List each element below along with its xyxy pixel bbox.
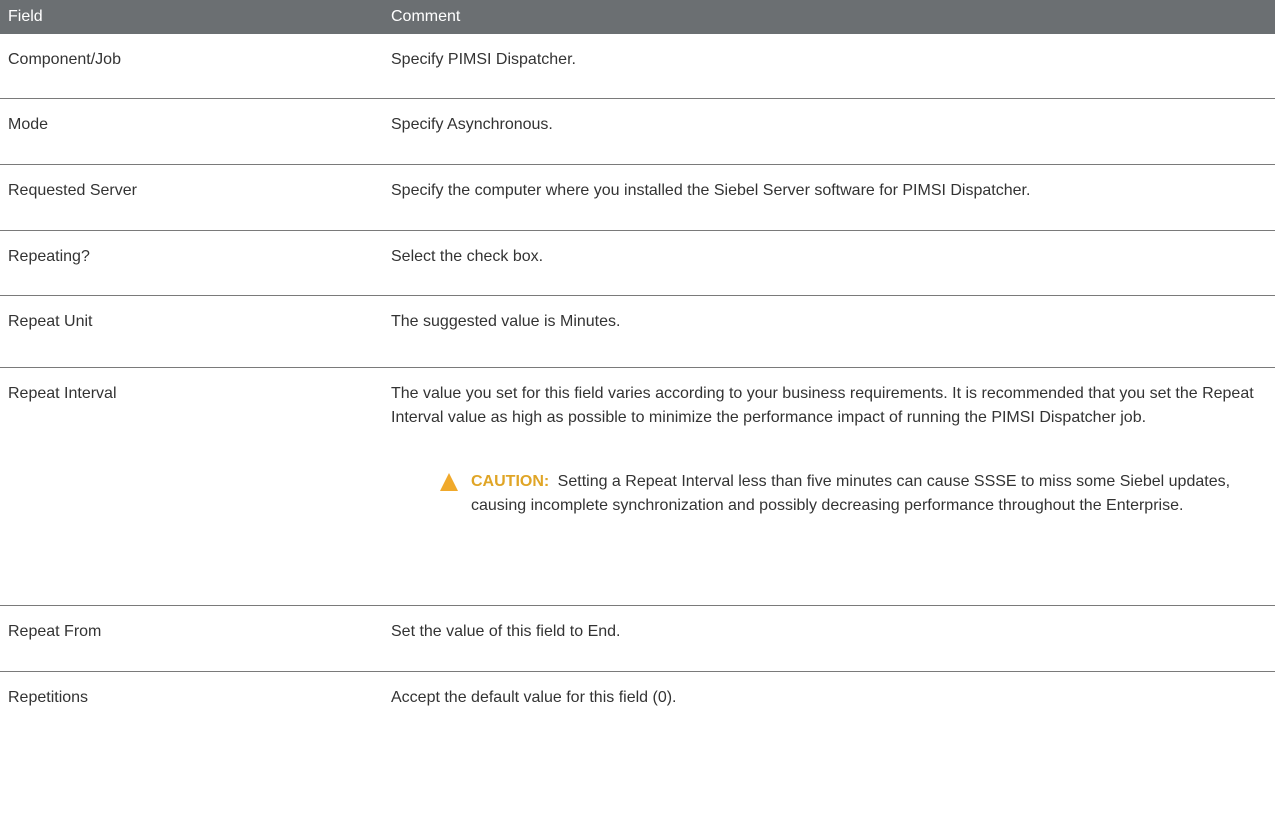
table-row: Repeating? Select the check box. bbox=[0, 230, 1275, 296]
comment-cell: The suggested value is Minutes. bbox=[387, 295, 1275, 368]
caution-body: CAUTION: Setting a Repeat Interval less … bbox=[471, 470, 1255, 518]
comment-cell: Specify Asynchronous. bbox=[387, 98, 1275, 165]
field-cell: Repeat From bbox=[0, 605, 387, 672]
table-row: Repeat Unit The suggested value is Minut… bbox=[0, 295, 1275, 368]
warning-triangle-icon bbox=[440, 472, 458, 491]
comment-cell: Specify PIMSI Dispatcher. bbox=[387, 34, 1275, 99]
header-comment: Comment bbox=[387, 0, 1275, 34]
table-header-row: Field Comment bbox=[0, 0, 1275, 34]
caution-label: CAUTION: bbox=[471, 472, 550, 490]
comment-cell: Set the value of this field to End. bbox=[387, 605, 1275, 672]
field-cell: Component/Job bbox=[0, 34, 387, 99]
comment-cell: Select the check box. bbox=[387, 230, 1275, 296]
table-row: Repeat Interval The value you set for th… bbox=[0, 367, 1275, 606]
caution-note: CAUTION: Setting a Repeat Interval less … bbox=[439, 470, 1255, 518]
field-cell: Mode bbox=[0, 98, 387, 165]
field-cell: Repetitions bbox=[8, 688, 89, 706]
caution-text: Setting a Repeat Interval less than five… bbox=[471, 472, 1231, 514]
comment-cell: Accept the default value for this field … bbox=[391, 688, 677, 706]
field-cell: Repeat Unit bbox=[0, 295, 387, 368]
comment-cell: The value you set for this field varies … bbox=[387, 367, 1275, 606]
field-cell: Repeating? bbox=[0, 230, 387, 296]
table-row: Mode Specify Asynchronous. bbox=[0, 98, 1275, 165]
header-field: Field bbox=[0, 0, 387, 34]
table-row: Requested Server Specify the computer wh… bbox=[0, 164, 1275, 231]
field-comment-table: Field Comment Component/Job Specify PIMS… bbox=[0, 0, 1275, 735]
field-cell: Repeat Interval bbox=[0, 367, 387, 606]
table-row: Component/Job Specify PIMSI Dispatcher. bbox=[0, 34, 1275, 99]
table-row: Repetitions Accept the default value for… bbox=[0, 671, 1275, 735]
table-row: Repeat From Set the value of this field … bbox=[0, 605, 1275, 672]
comment-cell: Specify the computer where you installed… bbox=[387, 164, 1275, 231]
comment-paragraph: The value you set for this field varies … bbox=[391, 384, 1254, 426]
field-cell: Requested Server bbox=[0, 164, 387, 231]
